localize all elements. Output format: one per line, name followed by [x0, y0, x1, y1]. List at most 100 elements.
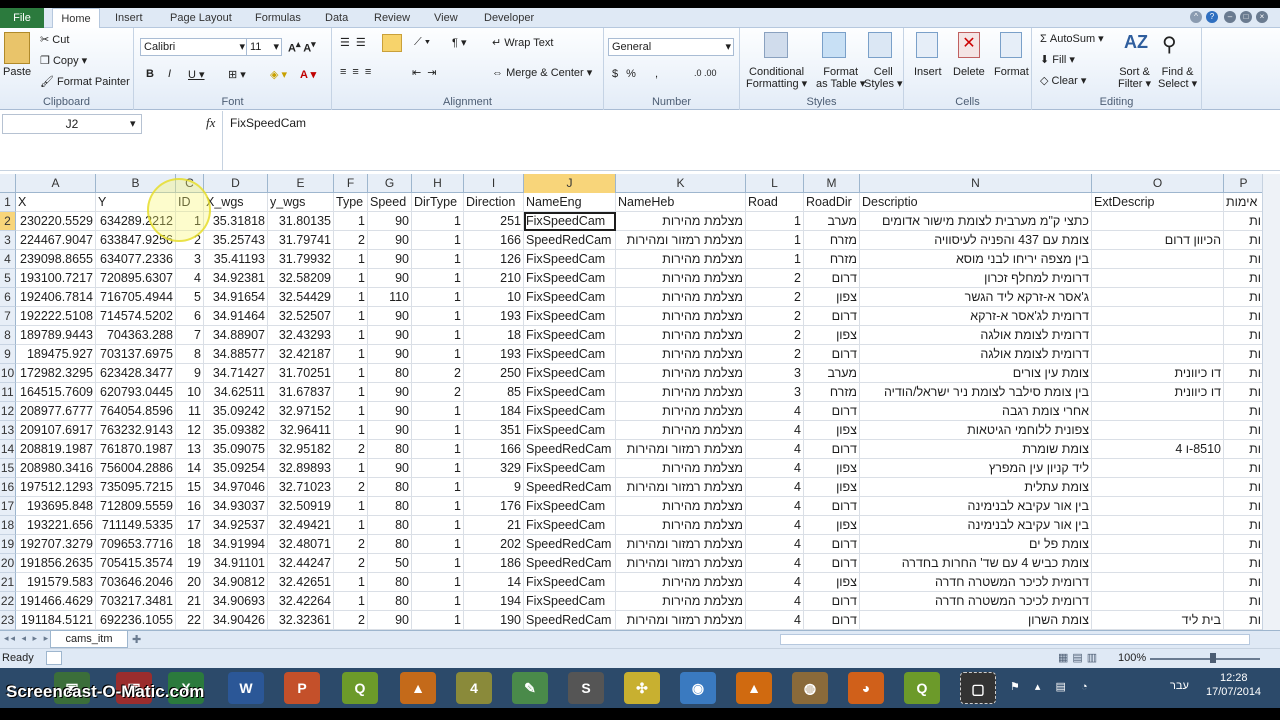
column-title-cell[interactable]: X_wgs: [204, 193, 268, 212]
cell[interactable]: 1: [334, 345, 368, 364]
formula-input[interactable]: FixSpeedCam: [230, 116, 306, 130]
cell[interactable]: מערב: [804, 212, 860, 231]
cell[interactable]: 4: [746, 592, 804, 611]
cell[interactable]: ות: [1224, 345, 1264, 364]
cell[interactable]: 80: [368, 516, 412, 535]
cell[interactable]: 34.92537: [204, 516, 268, 535]
cell[interactable]: 703646.2046: [96, 573, 176, 592]
cell[interactable]: 4: [746, 421, 804, 440]
tray-icons[interactable]: ⚑ ▴ ▤ ◔: [1010, 680, 1094, 693]
cell[interactable]: ות: [1224, 383, 1264, 402]
cell[interactable]: 5: [176, 288, 204, 307]
cell[interactable]: 2: [334, 554, 368, 573]
row-header[interactable]: 8: [0, 326, 16, 345]
cell[interactable]: 1: [412, 516, 464, 535]
cell[interactable]: 32.48071: [268, 535, 334, 554]
cell[interactable]: 90: [368, 250, 412, 269]
cell[interactable]: צפון: [804, 288, 860, 307]
cell[interactable]: 193695.848: [16, 497, 96, 516]
cell[interactable]: 1: [334, 516, 368, 535]
cell[interactable]: 4: [746, 554, 804, 573]
cell[interactable]: דרומית לכיכר המשטרה חדרה: [860, 573, 1092, 592]
cell[interactable]: 2: [334, 231, 368, 250]
column-header-i[interactable]: I: [464, 174, 524, 193]
taskbar-powerpoint-icon[interactable]: P: [284, 672, 320, 704]
column-title-cell[interactable]: NameEng: [524, 193, 616, 212]
cell[interactable]: ות: [1224, 421, 1264, 440]
vertical-align-icons[interactable]: ☰☰: [340, 36, 372, 49]
cell[interactable]: דו כיוונית: [1092, 364, 1224, 383]
cell[interactable]: דרום: [804, 535, 860, 554]
cell[interactable]: 1: [334, 250, 368, 269]
cell[interactable]: דרום: [804, 611, 860, 630]
cell[interactable]: 22: [176, 611, 204, 630]
taskbar-app-icon[interactable]: Q: [904, 672, 940, 704]
cell[interactable]: 35.09382: [204, 421, 268, 440]
cell[interactable]: 208819.1987: [16, 440, 96, 459]
cell[interactable]: צפון: [804, 421, 860, 440]
cell[interactable]: 191466.4629: [16, 592, 96, 611]
cell[interactable]: ות: [1224, 269, 1264, 288]
minimize-ribbon-icon[interactable]: ^: [1190, 11, 1202, 23]
cell[interactable]: FixSpeedCam: [524, 497, 616, 516]
number-format-select[interactable]: General ▾: [608, 38, 734, 56]
cell[interactable]: 35.25743: [204, 231, 268, 250]
cell[interactable]: ות: [1224, 573, 1264, 592]
cell[interactable]: [1092, 345, 1224, 364]
cell[interactable]: 4: [746, 611, 804, 630]
cell[interactable]: 193: [464, 345, 524, 364]
cell[interactable]: בין אור עקיבא לבנימינה: [860, 497, 1092, 516]
cell[interactable]: 2: [746, 307, 804, 326]
cell[interactable]: 34.62511: [204, 383, 268, 402]
cell[interactable]: 186: [464, 554, 524, 573]
cell[interactable]: FixSpeedCam: [524, 288, 616, 307]
cell[interactable]: 623428.3477: [96, 364, 176, 383]
tab-review[interactable]: Review: [374, 8, 410, 28]
cell[interactable]: 4: [746, 573, 804, 592]
restore-icon[interactable]: □: [1240, 11, 1252, 23]
cell[interactable]: [1092, 554, 1224, 573]
cell[interactable]: 191856.2635: [16, 554, 96, 573]
cell[interactable]: דרומית לכיכר המשטרה חדרה: [860, 592, 1092, 611]
cell[interactable]: דרומית לג'אסר א-זרקא: [860, 307, 1092, 326]
conditional-formatting-button[interactable]: Conditional Formatting ▾: [746, 66, 807, 90]
copy-button[interactable]: ❐ Copy ▾: [40, 54, 87, 67]
row-header[interactable]: 23: [0, 611, 16, 630]
cell[interactable]: ות: [1224, 516, 1264, 535]
cell[interactable]: ליד קניון עין המפרץ: [860, 459, 1092, 478]
cell[interactable]: 32.44247: [268, 554, 334, 573]
cell[interactable]: [1092, 535, 1224, 554]
cell[interactable]: 193221.656: [16, 516, 96, 535]
cell[interactable]: מצלמת מהירות: [616, 459, 746, 478]
column-title-cell[interactable]: Speed: [368, 193, 412, 212]
cell-styles-icon[interactable]: [868, 32, 892, 58]
cell[interactable]: 31.79741: [268, 231, 334, 250]
help-icon[interactable]: ?: [1206, 11, 1218, 23]
cell[interactable]: דרום: [804, 402, 860, 421]
cell[interactable]: SpeedRedCam: [524, 478, 616, 497]
cell[interactable]: כתצי ק"מ מערבית לצומת מישור אדומים: [860, 212, 1092, 231]
tab-file[interactable]: File: [0, 8, 44, 28]
cell[interactable]: דרומית לצומת אולגה: [860, 345, 1092, 364]
cell[interactable]: FixSpeedCam: [524, 307, 616, 326]
cell[interactable]: 31.80135: [268, 212, 334, 231]
taskbar-vlc-icon[interactable]: ▲: [736, 672, 772, 704]
row-header[interactable]: 20: [0, 554, 16, 573]
row-header[interactable]: 12: [0, 402, 16, 421]
cell[interactable]: מצלמת מהירות: [616, 421, 746, 440]
cell[interactable]: ות: [1224, 364, 1264, 383]
format-as-table-icon[interactable]: [822, 32, 846, 58]
border-icon[interactable]: ⊞ ▾: [228, 68, 246, 81]
cell[interactable]: 80: [368, 573, 412, 592]
font-name-select[interactable]: Calibri ▾: [140, 38, 248, 56]
cell[interactable]: 1: [412, 459, 464, 478]
cell[interactable]: 172982.3295: [16, 364, 96, 383]
cell[interactable]: 18: [464, 326, 524, 345]
cell[interactable]: 4: [746, 459, 804, 478]
row-header[interactable]: 13: [0, 421, 16, 440]
italic-icon[interactable]: I: [168, 68, 171, 80]
cell[interactable]: 1: [746, 231, 804, 250]
cell[interactable]: ות: [1224, 440, 1264, 459]
cell[interactable]: 34.91464: [204, 307, 268, 326]
cell[interactable]: 34.92381: [204, 269, 268, 288]
